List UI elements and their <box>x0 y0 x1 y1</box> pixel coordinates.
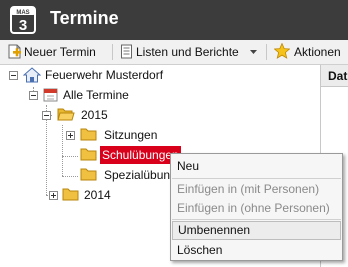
tree-node-label: Feuerwehr Musterdorf <box>45 68 164 82</box>
expand-toggle[interactable] <box>66 131 75 140</box>
folder-icon <box>80 168 97 181</box>
folder-icon <box>80 148 97 161</box>
chevron-down-icon <box>250 50 257 54</box>
collapse-toggle[interactable] <box>9 71 18 80</box>
window-title: Termine <box>50 8 119 28</box>
tree-node-2015[interactable]: 2015 <box>0 106 319 124</box>
tree-node-label: Alle Termine <box>63 88 129 102</box>
tree-node-root[interactable]: Feuerwehr Musterdorf <box>0 66 319 84</box>
collapse-toggle[interactable] <box>29 91 38 100</box>
actions-label: Aktionen <box>294 45 341 59</box>
tree-node-label: 2015 <box>81 108 108 122</box>
menu-item-paste-with-persons[interactable]: Einfügen in (mit Personen) <box>172 180 341 199</box>
app-logo-text: MAS <box>16 10 29 16</box>
new-appointment-label: Neuer Termin <box>24 45 96 59</box>
tree-node-sitzungen[interactable]: Sitzungen <box>0 126 319 144</box>
folder-icon <box>80 128 97 141</box>
toolbar-divider <box>112 44 113 60</box>
new-document-icon <box>8 44 21 59</box>
tree-node-label-selected: Schulübungen <box>100 146 181 164</box>
toolbar: Neuer Termin Listen und Berichte Aktione… <box>0 40 348 65</box>
collapse-toggle[interactable] <box>42 111 51 120</box>
calendar-icon <box>43 88 58 102</box>
menu-item-new[interactable]: Neu <box>172 157 341 176</box>
app-logo-icon: MAS 3 <box>10 6 36 34</box>
context-menu: Neu Einfügen in (mit Personen) Einfügen … <box>170 153 343 261</box>
title-bar: MAS 3 Termine <box>0 0 348 40</box>
menu-item-rename[interactable]: Umbenennen <box>172 221 341 240</box>
expand-toggle[interactable] <box>49 191 58 200</box>
menu-separator <box>172 219 341 220</box>
tree-node-all-appointments[interactable]: Alle Termine <box>0 86 319 104</box>
menu-separator <box>172 178 341 179</box>
tree-node-label: Sitzungen <box>104 128 158 142</box>
star-icon <box>274 43 290 59</box>
report-list-icon <box>121 44 132 59</box>
folder-icon <box>62 188 79 201</box>
tree-node-label: 2014 <box>84 188 111 202</box>
home-icon <box>23 67 41 83</box>
toolbar-divider <box>266 44 267 60</box>
app-logo-digit: 3 <box>19 17 27 34</box>
menu-item-delete[interactable]: Löschen <box>172 241 341 260</box>
menu-item-paste-without-persons[interactable]: Einfügen in (ohne Personen) <box>172 199 341 218</box>
folder-open-icon <box>57 108 75 121</box>
lists-reports-label: Listen und Berichte <box>136 45 239 59</box>
column-header-date[interactable]: Datum <box>321 65 348 87</box>
